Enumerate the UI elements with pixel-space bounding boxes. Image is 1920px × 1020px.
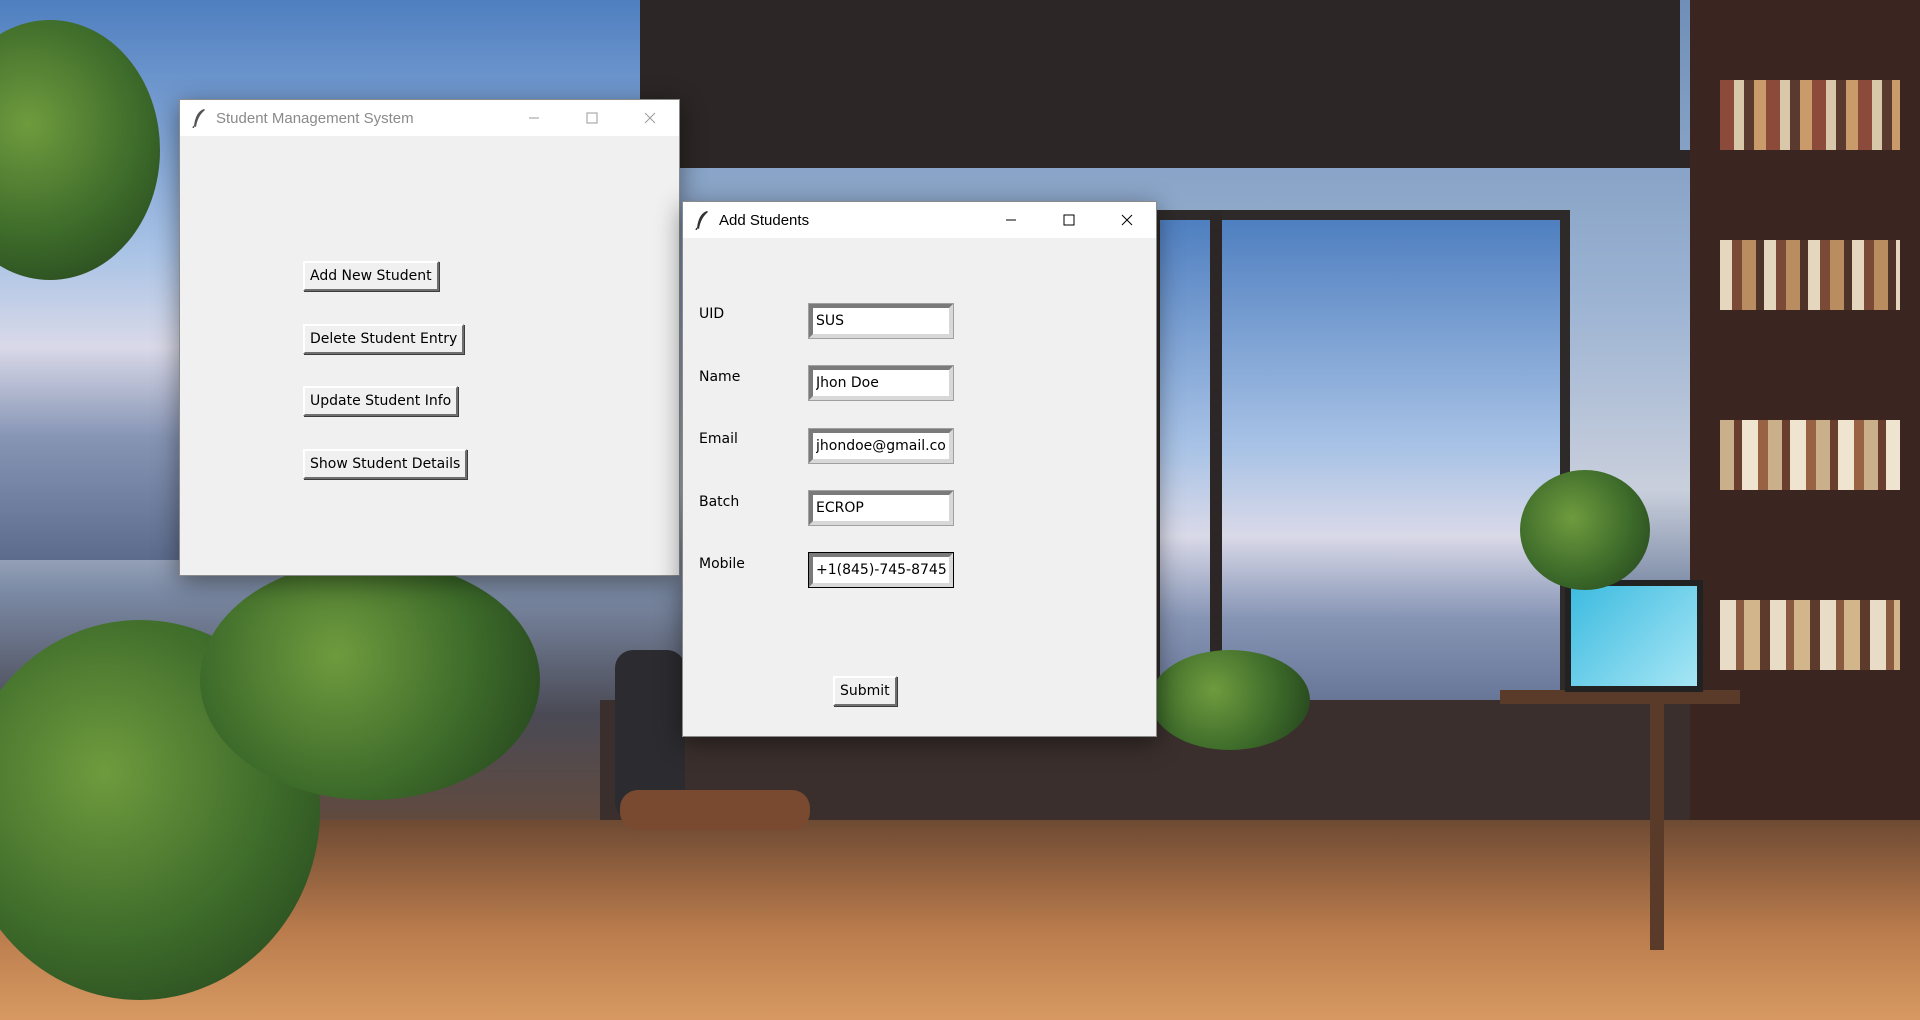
- minimize-button[interactable]: [505, 100, 563, 136]
- name-input[interactable]: [816, 370, 946, 396]
- wallpaper-books: [1720, 420, 1900, 490]
- add-students-titlebar[interactable]: Add Students: [683, 202, 1156, 238]
- mobile-field[interactable]: [808, 552, 954, 588]
- wallpaper-plant: [1150, 650, 1310, 750]
- main-window: Student Management System Add New Studen…: [179, 99, 680, 576]
- minimize-button[interactable]: [982, 202, 1040, 238]
- wallpaper-books: [1720, 80, 1900, 150]
- main-window-titlebar[interactable]: Student Management System: [180, 100, 679, 136]
- wallpaper-desk: [1500, 690, 1740, 704]
- wallpaper-desk-leg: [1650, 700, 1664, 950]
- close-icon: [644, 112, 656, 124]
- wallpaper-books: [1720, 240, 1900, 310]
- wallpaper-plant: [200, 560, 540, 800]
- wallpaper-beam: [600, 150, 1700, 168]
- close-button[interactable]: [621, 100, 679, 136]
- maximize-button[interactable]: [1040, 202, 1098, 238]
- wallpaper-chair-seat: [620, 790, 810, 830]
- wallpaper-monitor: [1565, 580, 1703, 692]
- email-label: Email: [699, 431, 738, 447]
- mobile-label: Mobile: [699, 556, 745, 572]
- window-title: Student Management System: [216, 109, 414, 127]
- maximize-icon: [586, 112, 598, 124]
- email-field[interactable]: [808, 428, 954, 464]
- maximize-icon: [1063, 214, 1075, 226]
- window-title: Add Students: [719, 211, 810, 229]
- mobile-input[interactable]: [816, 557, 946, 583]
- update-student-info-button[interactable]: Update Student Info: [303, 386, 459, 416]
- name-label: Name: [699, 369, 741, 385]
- add-new-student-button[interactable]: Add New Student: [303, 261, 439, 291]
- batch-input[interactable]: [816, 495, 946, 521]
- batch-label: Batch: [699, 494, 740, 510]
- uid-input[interactable]: [816, 308, 946, 334]
- uid-label: UID: [699, 306, 725, 322]
- minimize-icon: [1006, 219, 1016, 221]
- wallpaper-books: [1720, 600, 1900, 670]
- feather-icon: [695, 211, 708, 230]
- wallpaper-plant: [1520, 470, 1650, 590]
- close-button[interactable]: [1098, 202, 1156, 238]
- maximize-button[interactable]: [563, 100, 621, 136]
- batch-field[interactable]: [808, 490, 954, 526]
- show-student-details-button[interactable]: Show Student Details: [303, 449, 468, 479]
- delete-student-entry-button[interactable]: Delete Student Entry: [303, 324, 465, 354]
- uid-field[interactable]: [808, 303, 954, 339]
- name-field[interactable]: [808, 365, 954, 401]
- close-icon: [1121, 214, 1133, 226]
- wallpaper-beam: [640, 0, 1680, 150]
- add-students-window: Add Students UID Name Email Batch Mobile…: [682, 201, 1157, 737]
- email-input[interactable]: [816, 433, 946, 459]
- minimize-icon: [529, 117, 539, 119]
- submit-button[interactable]: Submit: [833, 676, 897, 706]
- feather-icon: [192, 109, 205, 128]
